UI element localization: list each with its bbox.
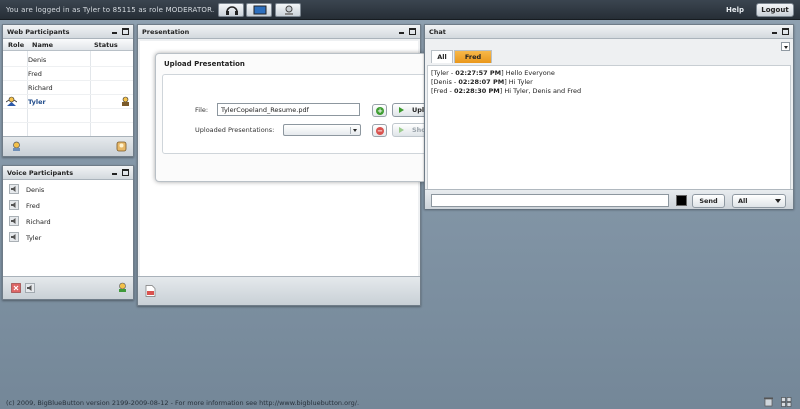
table-header: Role Name Status [3,39,133,51]
message-text: ] Hello Everyone [501,69,555,77]
window-title: Voice Participants [7,169,74,177]
chat-input-bar: Send All [425,189,793,209]
web-participants-window: Web Participants Role Name Status Denis … [2,24,134,157]
presenter-icon [122,96,129,106]
voice-participant-name: Fred [26,202,40,210]
message-text: ] Hi Tyler [504,78,533,86]
remove-icon: − [376,127,384,135]
upload-document-icon[interactable] [145,285,156,297]
message-time: 02:27:57 PM [455,69,502,77]
minimize-icon[interactable] [398,28,405,35]
minimize-icon[interactable] [771,28,778,35]
table-row [3,109,133,123]
logout-button[interactable]: Logout [756,3,794,17]
window-footer [3,136,133,156]
voice-participant-name: Tyler [26,234,42,242]
chevron-down-icon [783,45,788,51]
tab-menu-button[interactable] [781,42,790,51]
text-color-picker[interactable] [676,195,687,206]
message-time: 02:28:30 PM [453,87,500,95]
table-row[interactable]: Denis [3,53,133,67]
chevron-down-icon [775,199,781,206]
voice-participant-name: Richard [26,218,51,226]
uploaded-presentations-select[interactable] [283,124,361,136]
participant-name: Tyler [28,98,46,106]
window-titlebar: Presentation [138,25,420,39]
trash-icon[interactable] [763,397,774,407]
file-path-input[interactable] [217,103,360,116]
maximize-icon[interactable] [122,169,129,176]
tab-all[interactable]: All [431,50,453,63]
window-titlebar: Voice Participants [3,166,133,180]
maximize-icon[interactable] [122,28,129,35]
message-text: ] Hi Tyler, Denis and Fred [499,87,582,95]
arrow-right-icon [399,107,407,113]
speaker-icon[interactable] [9,200,19,210]
mute-all-icon[interactable] [25,283,35,293]
dialog-title: Upload Presentation [164,60,245,68]
presenter-switch-icon[interactable] [116,141,127,152]
participant-name: Denis [28,56,47,64]
speaker-icon[interactable] [9,216,19,226]
chat-message-input[interactable] [431,194,669,207]
chevron-down-icon [350,127,358,134]
chat-log: [Tyler - 02:27:57 PM] Hello Everyone [De… [427,65,791,205]
uploaded-presentations-label: Uploaded Presentations: [195,126,275,134]
raise-hand-icon[interactable] [11,141,22,152]
monitor-icon[interactable] [246,3,272,17]
headset-icon[interactable] [218,3,244,17]
maximize-icon[interactable] [409,28,416,35]
lock-settings-icon[interactable] [117,282,128,293]
delete-presentation-button[interactable]: − [372,124,387,137]
window-titlebar: Web Participants [3,25,133,39]
voice-participants-window: Voice Participants Denis Fred Richard Ty… [2,165,134,300]
add-icon: + [376,107,384,115]
maximize-icon[interactable] [782,28,789,35]
eject-user-icon[interactable] [11,283,21,293]
recipient-select[interactable]: All [732,194,786,208]
send-button[interactable]: Send [692,194,725,208]
window-footer [3,276,133,299]
login-status: You are logged in as Tyler to 85115 as r… [6,6,215,14]
file-label: File: [195,106,209,114]
message-prefix: [Tyler - [431,69,456,77]
window-title: Chat [429,28,446,36]
tab-fred[interactable]: Fred [454,50,492,63]
footer-copyright: (c) 2009, BigBlueButton version 2199-200… [6,399,360,407]
dialog-body: File: + Upload Uploaded Presentations: −… [162,74,462,154]
webcam-icon[interactable] [275,3,301,17]
message-prefix: [Fred - [431,87,454,95]
arrow-right-icon [399,127,407,133]
top-bar: You are logged in as Tyler to 85115 as r… [0,0,800,20]
column-header-status[interactable]: Status [94,41,118,49]
minimize-icon[interactable] [111,169,118,176]
table-row[interactable]: Tyler [3,95,133,109]
speaker-icon[interactable] [9,232,19,242]
table-row[interactable]: Fred [3,67,133,81]
column-header-role[interactable]: Role [8,41,24,49]
window-title: Presentation [142,28,190,36]
add-file-button[interactable]: + [372,104,387,117]
layout-grid-icon[interactable] [781,397,792,407]
chat-message: [Denis - 02:28:07 PM] Hi Tyler [431,78,533,86]
minimize-icon[interactable] [111,28,118,35]
moderator-icon [6,96,17,106]
table-row[interactable]: Richard [3,81,133,95]
chat-window: Chat All Fred [Tyler - 02:27:57 PM] Hell… [424,24,794,209]
help-link[interactable]: Help [726,6,744,14]
message-prefix: [Denis - [431,78,459,86]
chat-message: [Fred - 02:28:30 PM] Hi Tyler, Denis and… [431,87,581,95]
participant-name: Richard [28,84,53,92]
window-titlebar: Chat [425,25,793,39]
speaker-icon[interactable] [9,184,19,194]
voice-participant-name: Denis [26,186,45,194]
window-footer [138,276,420,305]
message-time: 02:28:07 PM [458,78,505,86]
recipient-value: All [738,197,748,205]
chat-message: [Tyler - 02:27:57 PM] Hello Everyone [431,69,555,77]
participant-name: Fred [28,70,42,78]
window-title: Web Participants [7,28,70,36]
column-header-name[interactable]: Name [32,41,53,49]
upload-presentation-dialog: Upload Presentation File: + Upload Uploa… [155,53,468,182]
